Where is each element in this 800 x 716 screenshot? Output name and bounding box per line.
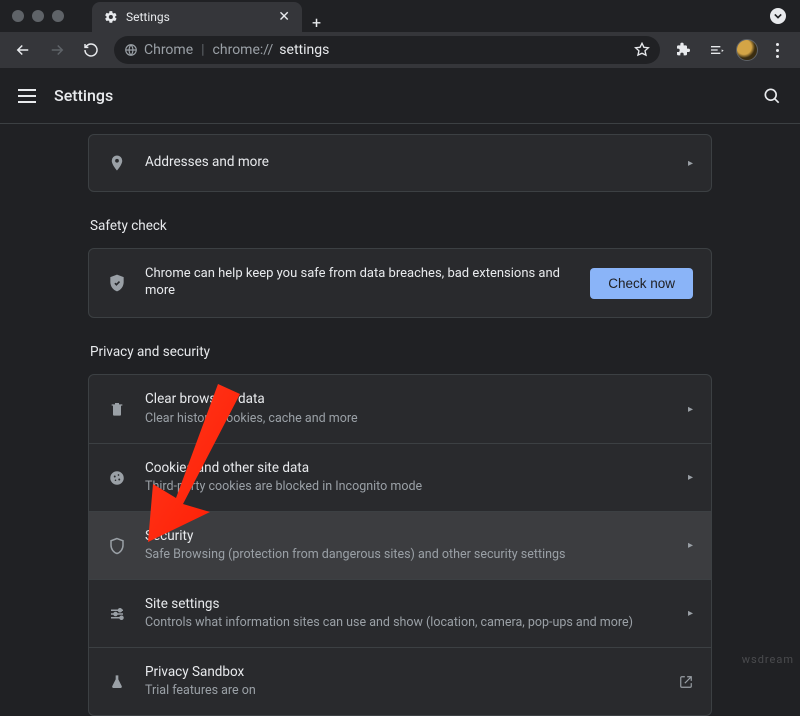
row-subtitle: Safe Browsing (protection from dangerous… — [145, 547, 670, 563]
profile-avatar[interactable] — [736, 39, 758, 61]
row-safety-check: Chrome can help keep you safe from data … — [89, 249, 711, 317]
url-scheme: chrome:// — [213, 42, 274, 58]
safety-check-card: Chrome can help keep you safe from data … — [88, 248, 712, 318]
shield-icon — [107, 536, 127, 556]
url-host: Chrome — [144, 42, 193, 58]
row-cookies[interactable]: Cookies and other site data Third-party … — [89, 443, 711, 511]
window-titlebar: Settings ✕ + — [0, 0, 800, 32]
tab-title: Settings — [126, 10, 268, 24]
tab-settings[interactable]: Settings ✕ — [92, 2, 302, 32]
privacy-card: Clear browsing data Clear history, cooki… — [88, 374, 712, 716]
extensions-icon[interactable] — [668, 35, 698, 65]
chevron-right-icon: ▸ — [688, 608, 693, 619]
site-info-icon[interactable] — [124, 43, 138, 57]
bookmark-star-icon[interactable] — [634, 42, 650, 58]
row-addresses[interactable]: Addresses and more ▸ — [89, 135, 711, 191]
chrome-menu-button[interactable] — [762, 35, 792, 65]
close-tab-icon[interactable]: ✕ — [276, 9, 292, 25]
media-control-icon[interactable] — [702, 35, 732, 65]
reload-button[interactable] — [76, 35, 106, 65]
row-title: Addresses and more — [145, 154, 670, 172]
settings-content: Addresses and more ▸ Safety check Chrome… — [0, 124, 800, 716]
safety-check-text: Chrome can help keep you safe from data … — [145, 266, 572, 300]
row-site-settings[interactable]: Site settings Controls what information … — [89, 579, 711, 647]
chevron-right-icon: ▸ — [688, 540, 693, 551]
row-security[interactable]: Security Safe Browsing (protection from … — [89, 511, 711, 579]
window-controls[interactable] — [12, 10, 64, 22]
gear-icon — [104, 10, 118, 24]
autofill-card: Addresses and more ▸ — [88, 134, 712, 192]
row-privacy-sandbox[interactable]: Privacy Sandbox Trial features are on — [89, 647, 711, 715]
row-title: Cookies and other site data — [145, 460, 670, 478]
external-link-icon — [679, 675, 693, 689]
search-icon[interactable] — [762, 86, 782, 106]
close-window-dot[interactable] — [12, 10, 24, 22]
row-subtitle: Third-party cookies are blocked in Incog… — [145, 479, 670, 495]
address-bar[interactable]: Chrome | chrome:// settings — [114, 36, 660, 64]
cookie-icon — [107, 469, 127, 487]
row-title: Privacy Sandbox — [145, 664, 661, 682]
menu-icon[interactable] — [18, 89, 36, 103]
settings-header: Settings — [0, 68, 800, 124]
row-subtitle: Clear history, cookies, cache and more — [145, 411, 670, 427]
flask-icon — [107, 673, 127, 691]
check-now-button[interactable]: Check now — [590, 268, 693, 299]
url-path: settings — [279, 42, 329, 58]
tab-strip: Settings ✕ + — [92, 0, 331, 32]
trash-icon — [107, 400, 127, 418]
browser-toolbar: Chrome | chrome:// settings — [0, 32, 800, 68]
shield-check-icon — [107, 273, 127, 293]
watermark: wsdream — [742, 653, 794, 666]
row-subtitle: Controls what information sites can use … — [145, 615, 670, 631]
tab-search-icon[interactable] — [770, 8, 786, 24]
row-title: Site settings — [145, 596, 670, 614]
new-tab-button[interactable]: + — [302, 13, 331, 32]
back-button[interactable] — [8, 35, 38, 65]
row-subtitle: Trial features are on — [145, 683, 661, 699]
section-privacy: Privacy and security — [90, 344, 712, 360]
chevron-right-icon: ▸ — [688, 472, 693, 483]
section-safety-check: Safety check — [90, 218, 712, 234]
chevron-right-icon: ▸ — [688, 158, 693, 169]
minimize-window-dot[interactable] — [32, 10, 44, 22]
url-divider: | — [201, 42, 204, 58]
forward-button[interactable] — [42, 35, 72, 65]
row-title: Security — [145, 528, 670, 546]
chevron-right-icon: ▸ — [688, 404, 693, 415]
sliders-icon — [107, 605, 127, 623]
page-title: Settings — [54, 86, 113, 105]
row-clear-browsing-data[interactable]: Clear browsing data Clear history, cooki… — [89, 375, 711, 443]
location-pin-icon — [107, 154, 127, 172]
row-title: Clear browsing data — [145, 391, 670, 409]
zoom-window-dot[interactable] — [52, 10, 64, 22]
